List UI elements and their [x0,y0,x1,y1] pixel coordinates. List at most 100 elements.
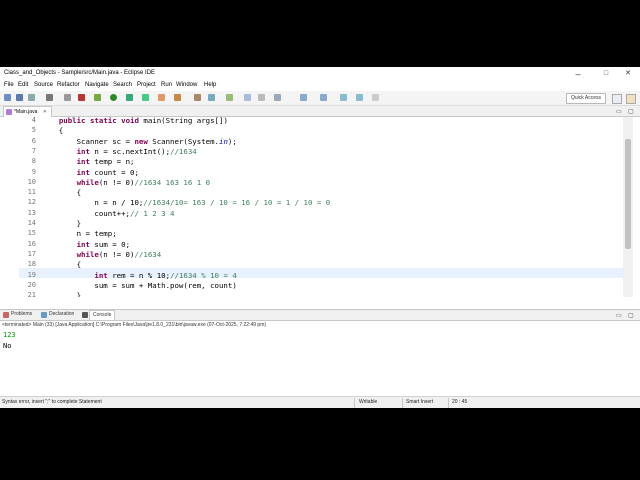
code-line[interactable]: } [41,219,81,228]
status-divider [448,398,449,408]
tab-label: *Main.java [14,109,38,115]
status-divider [354,398,355,408]
toggle-mark-icon[interactable] [244,94,251,101]
line-number: 5 [31,126,36,135]
prev-annotation-icon[interactable] [320,94,327,101]
line-number: 14 [27,219,36,227]
console-icon [82,312,88,318]
maximize-button[interactable]: □ [594,68,618,80]
code-line[interactable]: { [41,188,81,197]
coverage-icon[interactable] [126,94,133,101]
status-bar: Syntax error, insert ";" to complete Sta… [0,396,640,408]
minimize-button[interactable]: – [566,68,590,80]
line-number: 21 [27,291,36,297]
forward-icon[interactable] [356,94,363,101]
menu-search[interactable]: Search [113,82,132,88]
console-tabs: Problems Declaration Console ▭ ▢ [0,310,640,321]
title-bar: Class_and_Objects - Sample/src/Main.java… [0,67,640,81]
new-java-project-icon[interactable] [158,94,165,101]
maximize-console-icon[interactable]: ▢ [628,312,634,319]
status-cursor-position: 20 : 45 [452,399,468,405]
search-icon[interactable] [208,94,215,101]
annotation-icon[interactable] [226,94,233,101]
code-line[interactable]: int n = sc.nextInt();//1634 [41,147,197,156]
line-number: 6 [31,136,36,145]
code-line[interactable]: n = n / 10;//1634/10= 163 / 10 = 16 / 10… [41,198,330,207]
pin-editor-icon[interactable] [372,94,379,101]
menu-navigate[interactable]: Navigate [85,82,109,88]
code-line[interactable]: { [41,126,63,135]
print-icon[interactable] [46,94,53,101]
editor-tabs: *Main.java ✕ ▭ ▢ [0,106,640,117]
menu-window[interactable]: Window [176,82,197,88]
open-type-icon[interactable] [194,94,201,101]
minimize-editor-icon[interactable]: ▭ [616,108,622,115]
new-icon[interactable] [4,94,11,101]
console-input-line: 123 [3,331,16,339]
terminate-icon[interactable] [78,94,85,101]
code-line[interactable]: n = temp; [41,229,117,238]
code-line[interactable]: int temp = n; [41,157,135,166]
console-output-line: No [3,342,12,350]
line-number: 17 [27,249,36,258]
tab-problems[interactable]: Problems [11,311,32,317]
quick-access-field[interactable]: Quick Access [566,93,606,104]
show-whitespace-icon[interactable] [258,94,265,101]
close-tab-icon[interactable]: ✕ [43,109,47,115]
line-number: 20 [27,280,36,289]
code-line[interactable]: int rem = n % 10;//1634 % 10 = 4 [41,271,236,280]
status-insert-mode: Smart Insert [406,399,434,405]
close-button[interactable]: ✕ [616,68,640,80]
line-number: 19 [27,270,36,279]
code-line[interactable]: { [41,260,81,269]
maximize-editor-icon[interactable]: ▢ [628,108,634,115]
save-all-icon[interactable] [28,94,35,101]
menu-refactor[interactable]: Refactor [57,82,80,88]
code-editor: *Main.java ✕ ▭ ▢ 4 public static void ma… [0,106,640,297]
perspective-icon[interactable] [612,94,622,104]
line-number: 9 [31,167,36,176]
status-divider [402,398,403,408]
tab-console[interactable]: Console [89,310,116,320]
status-writable: Writable [359,399,378,405]
line-number: 16 [27,239,36,248]
run-icon[interactable] [110,94,117,101]
code-line[interactable]: while(n != 0)//1634 163 16 1 0 [41,178,211,187]
menu-project[interactable]: Project [137,82,156,88]
tab-main-java[interactable]: *Main.java ✕ [3,106,52,117]
line-number: 12 [27,198,36,207]
editor-vertical-scrollbar[interactable] [623,117,633,297]
scroll-thumb[interactable] [625,139,631,249]
code-line[interactable]: public static void main(String args[]) [41,117,228,125]
menu-help[interactable]: Help [204,82,216,88]
line-number: 10 [27,177,36,186]
menu-edit[interactable]: Edit [18,82,28,88]
line-number: 4 [31,117,36,124]
block-selection-icon[interactable] [274,94,281,101]
code-line[interactable]: sum = sum + Math.pow(rem, count) [41,281,236,290]
status-message: Syntax error, insert ";" to complete Sta… [2,399,102,405]
minimize-console-icon[interactable]: ▭ [616,312,622,319]
external-tools-icon[interactable] [142,94,149,101]
menu-file[interactable]: File [4,82,14,88]
code-line[interactable]: count++;// 1 2 3 4 [41,209,174,218]
problems-icon [3,312,9,318]
debug-icon[interactable] [94,94,101,101]
tab-declaration[interactable]: Declaration [49,311,74,317]
code-line[interactable]: int sum = 0; [41,240,130,249]
new-package-icon[interactable] [174,94,181,101]
skip-breakpoints-icon[interactable] [64,94,71,101]
java-perspective-icon[interactable] [626,94,636,104]
code-line[interactable]: while(n != 0)//1634 [41,250,162,259]
menu-source[interactable]: Source [34,82,53,88]
code-line[interactable]: } [41,291,81,297]
code-line[interactable]: Scanner sc = new Scanner(System.in); [41,137,237,146]
menu-bar: File Edit Source Refactor Navigate Searc… [0,81,640,91]
code-line[interactable]: int count = 0; [41,168,139,177]
declaration-icon [41,312,47,318]
next-annotation-icon[interactable] [300,94,307,101]
menu-run[interactable]: Run [161,82,172,88]
back-icon[interactable] [340,94,347,101]
save-icon[interactable] [16,94,23,101]
code-area[interactable]: 4 public static void main(String args[])… [19,117,623,297]
